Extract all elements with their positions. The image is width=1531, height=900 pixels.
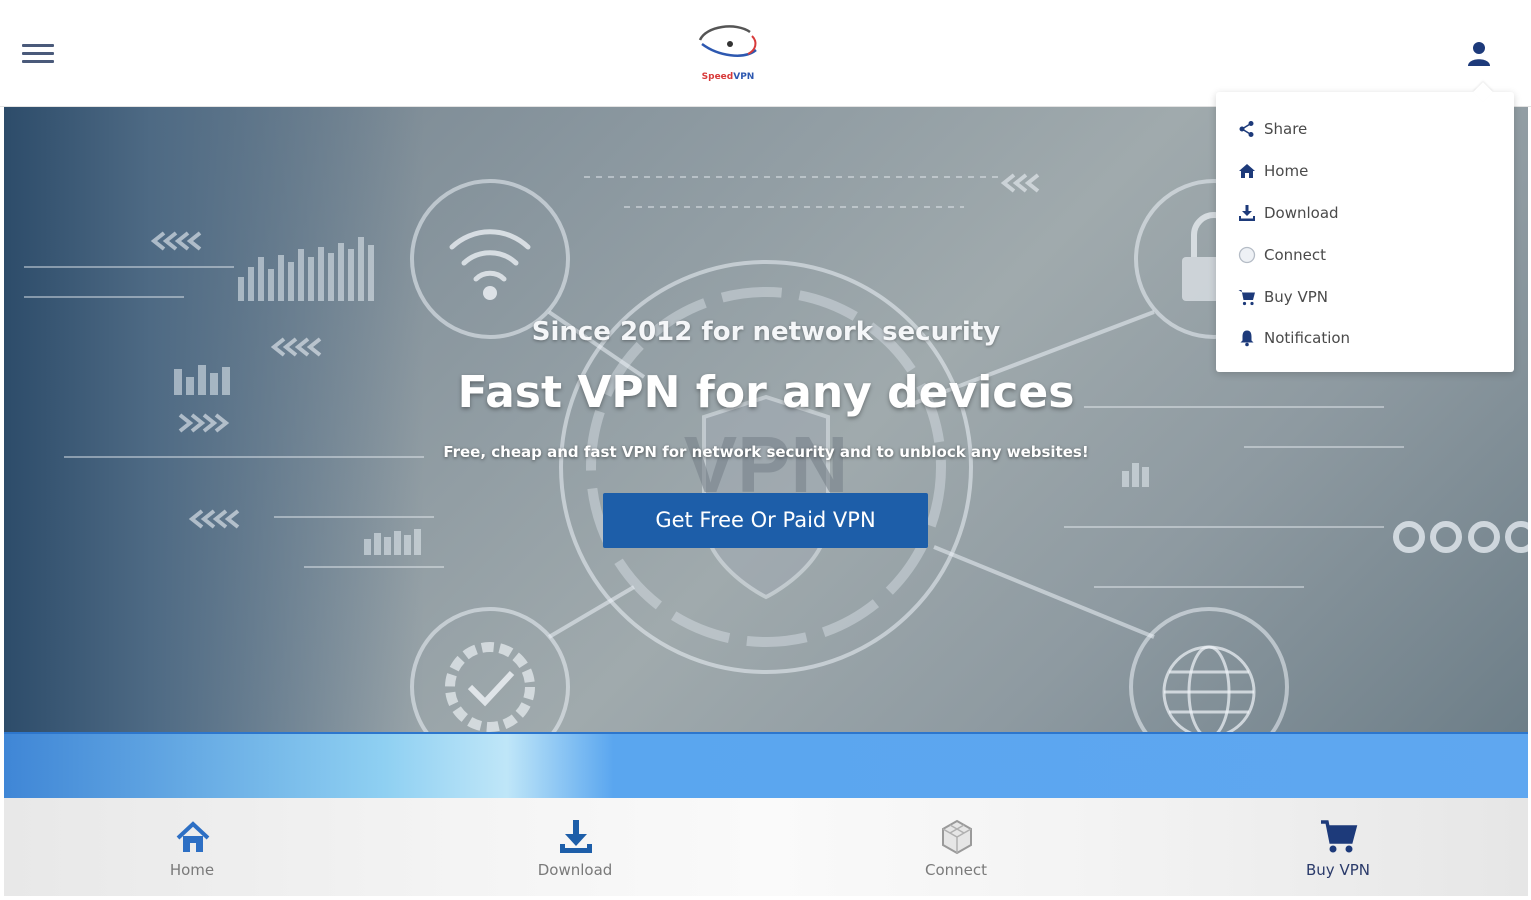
bottom-nav-connect-label: Connect [924,861,988,879]
hero-headline: Fast VPN for any devices [457,367,1075,418]
download-icon [1239,205,1255,221]
dropdown-item-download-label: Download [1264,204,1339,222]
logo-swoosh-icon [698,25,757,57]
bottom-nav-buy-vpn-label: Buy VPN [1306,861,1370,879]
hero-subline: Free, cheap and fast VPN for network sec… [443,443,1089,461]
get-vpn-button[interactable]: Get Free Or Paid VPN [603,493,928,548]
brand-logo[interactable]: SpeedVPN [692,18,764,88]
blue-band [4,732,1528,798]
logo-wordmark: SpeedVPN [701,72,755,82]
dropdown-item-buy-vpn-label: Buy VPN [1264,288,1328,306]
bottom-nav-download[interactable]: Download [475,798,675,896]
app-header: SpeedVPN [0,0,1531,107]
dropdown-item-notification[interactable]: Notification [1238,321,1498,355]
bell-icon [1240,330,1254,347]
hamburger-menu-icon[interactable] [22,44,54,68]
cart-icon [1321,820,1358,853]
dropdown-item-share-label: Share [1264,120,1308,138]
user-dropdown-menu: Share Home Download Connect Buy VPN Noti… [1216,92,1514,372]
user-account-icon[interactable] [1466,40,1492,68]
dropdown-item-download[interactable]: Download [1238,196,1498,230]
bottom-nav-download-label: Download [537,861,613,879]
bottom-nav-home[interactable]: Home [92,798,292,896]
bottom-navigation: Home Download Connect Buy VPN [4,798,1528,896]
dropdown-item-notification-label: Notification [1264,329,1351,347]
dropdown-item-home-label: Home [1264,162,1309,180]
dropdown-item-share[interactable]: Share [1238,112,1498,146]
dropdown-item-connect[interactable]: Connect [1238,238,1498,272]
share-icon [1239,121,1254,137]
download-icon [560,820,592,853]
dropdown-item-buy-vpn[interactable]: Buy VPN [1238,280,1498,314]
connect-icon [1238,246,1256,264]
home-icon [1239,164,1255,178]
cart-icon [1238,290,1255,306]
bottom-nav-buy-vpn[interactable]: Buy VPN [1238,798,1438,896]
bottom-nav-home-label: Home [169,861,215,879]
home-icon [176,821,210,852]
bottom-nav-connect[interactable]: Connect [856,798,1056,896]
connect-icon [942,819,972,855]
dropdown-item-connect-label: Connect [1264,246,1327,264]
dropdown-item-home[interactable]: Home [1238,154,1498,188]
